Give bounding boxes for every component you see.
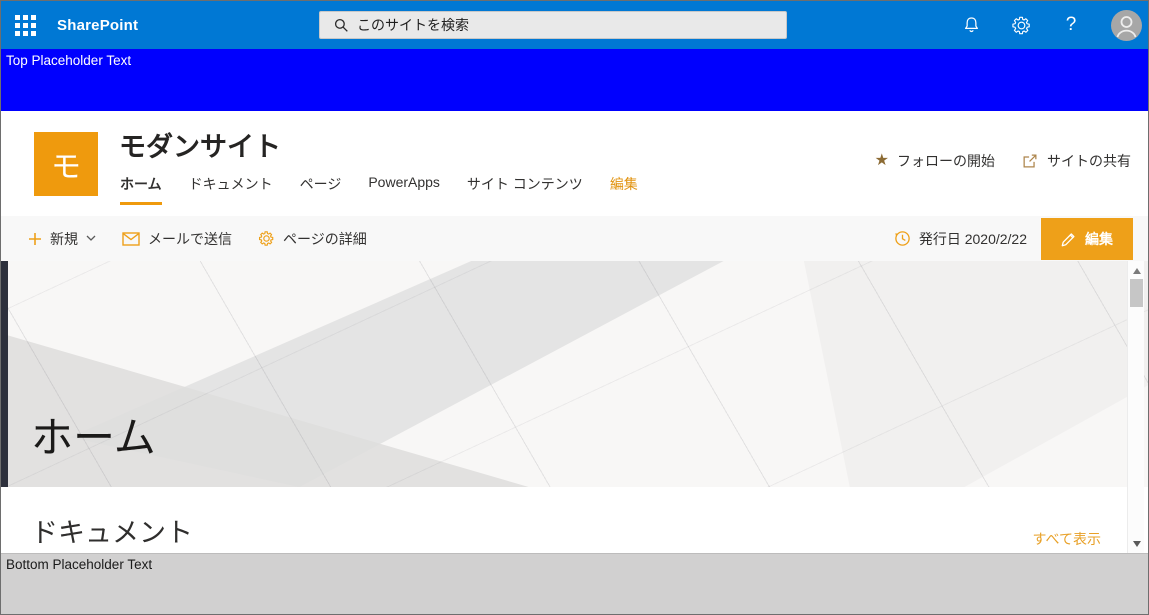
app-name: SharePoint — [57, 17, 138, 34]
scroll-up-icon — [1133, 268, 1141, 274]
new-label: 新規 — [50, 229, 78, 249]
envelope-icon — [122, 232, 140, 246]
suite-bar: SharePoint ? — [1, 1, 1148, 49]
site-logo-letter: モ — [51, 142, 81, 186]
bottom-placeholder-text: Bottom Placeholder Text — [1, 554, 1148, 572]
follow-site-button[interactable]: ★ フォローの開始 — [875, 151, 995, 171]
documents-webpart: ドキュメント すべて表示 — [1, 487, 1148, 553]
hero-image-texture — [1, 261, 1148, 487]
help-button[interactable]: ? — [1059, 13, 1083, 37]
page-title: ホーム — [31, 404, 156, 465]
new-button[interactable]: 新規 — [28, 229, 96, 249]
follow-label: フォローの開始 — [897, 151, 995, 171]
command-bar: 新規 メールで送信 ページの詳細 — [1, 216, 1148, 261]
published-date-label: 発行日 2020/2/22 — [919, 229, 1027, 249]
scroll-down-icon — [1133, 541, 1141, 547]
top-placeholder-banner: Top Placeholder Text — [1, 49, 1148, 111]
edit-page-button[interactable]: 編集 — [1041, 218, 1133, 260]
page-details-button[interactable]: ページの詳細 — [258, 229, 367, 249]
command-bar-right: 発行日 2020/2/22 編集 — [894, 216, 1133, 261]
scroll-up-button[interactable] — [1128, 263, 1145, 278]
nav-item-edit-links[interactable]: 編集 — [610, 174, 638, 205]
star-icon: ★ — [875, 153, 889, 169]
see-all-link[interactable]: すべて表示 — [1033, 529, 1101, 549]
nav-item-site-contents[interactable]: サイト コンテンツ — [467, 174, 583, 205]
gear-icon — [1011, 15, 1032, 36]
site-title: モダンサイト — [119, 125, 281, 164]
search-input[interactable] — [357, 17, 778, 33]
waffle-icon — [15, 15, 36, 36]
account-avatar[interactable] — [1111, 10, 1142, 41]
hero-banner: ホーム — [1, 261, 1148, 487]
vertical-scrollbar[interactable] — [1127, 261, 1144, 553]
app-launcher-button[interactable] — [1, 1, 49, 49]
pencil-icon — [1061, 231, 1077, 247]
edit-page-label: 編集 — [1085, 229, 1113, 249]
help-icon: ? — [1066, 14, 1077, 36]
scroll-down-button[interactable] — [1128, 536, 1145, 551]
bell-icon — [962, 15, 981, 35]
nav-item-pages[interactable]: ページ — [300, 174, 342, 205]
notifications-button[interactable] — [959, 13, 983, 37]
site-search-box[interactable] — [319, 11, 787, 39]
published-status: 発行日 2020/2/22 — [894, 229, 1027, 249]
top-placeholder-text: Top Placeholder Text — [1, 49, 1148, 68]
page-details-label: ページの詳細 — [283, 229, 367, 249]
sharepoint-window: SharePoint ? — [0, 0, 1149, 615]
send-by-email-button[interactable]: メールで送信 — [122, 229, 232, 249]
site-navigation: ホーム ドキュメント ページ PowerApps サイト コンテンツ 編集 — [120, 174, 638, 205]
site-logo[interactable]: モ — [34, 132, 98, 196]
send-by-email-label: メールで送信 — [148, 229, 232, 249]
share-site-button[interactable]: サイトの共有 — [1021, 151, 1131, 171]
nav-item-home[interactable]: ホーム — [120, 174, 162, 205]
share-label: サイトの共有 — [1047, 151, 1131, 171]
hero-image-edge — [1, 261, 8, 487]
nav-item-powerapps[interactable]: PowerApps — [368, 174, 440, 205]
nav-item-documents[interactable]: ドキュメント — [189, 174, 273, 205]
chevron-down-icon — [86, 235, 96, 242]
share-icon — [1021, 152, 1039, 170]
page-details-gear-icon — [258, 230, 275, 247]
settings-button[interactable] — [1009, 13, 1033, 37]
documents-title: ドキュメント — [31, 511, 193, 550]
bottom-placeholder-banner: Bottom Placeholder Text — [1, 553, 1148, 614]
suite-actions: ? — [959, 1, 1142, 49]
history-clock-icon — [894, 230, 911, 247]
command-bar-left: 新規 メールで送信 ページの詳細 — [28, 216, 367, 261]
scrollbar-thumb[interactable] — [1130, 279, 1143, 307]
site-header-actions: ★ フォローの開始 サイトの共有 — [875, 151, 1131, 171]
person-icon — [1111, 10, 1142, 41]
site-header: モ モダンサイト ホーム ドキュメント ページ PowerApps サイト コン… — [1, 111, 1148, 216]
plus-icon — [28, 232, 42, 246]
search-icon — [334, 18, 349, 33]
